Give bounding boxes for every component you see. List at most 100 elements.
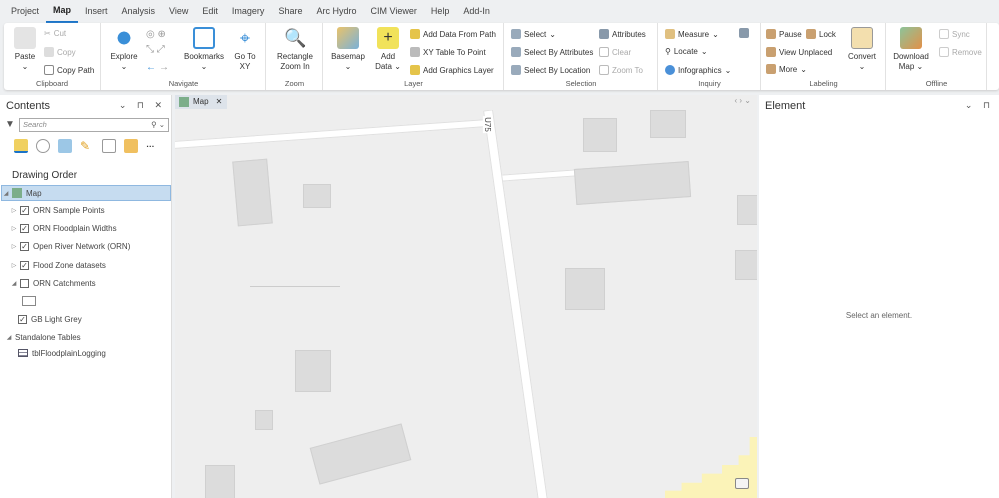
expand-icon[interactable]: ▷ (10, 243, 18, 250)
pane-controls[interactable]: ⌄ ⊓ (965, 100, 994, 111)
back-icon: ← (146, 62, 156, 73)
element-pane: Element ⌄ ⊓ Select an element. (759, 95, 999, 498)
tab-map[interactable]: Map (46, 0, 79, 23)
layer-checkbox[interactable]: ✓ (20, 223, 29, 233)
layer-item[interactable]: ▷ ✓ Open River Network (ORN) (10, 238, 130, 254)
tab-nav-arrows[interactable]: ‹ › ⌄ (735, 96, 751, 105)
standalone-tables-node[interactable]: ◢ Standalone Tables (5, 329, 81, 345)
building (650, 110, 686, 138)
pane-controls[interactable]: ⌄ ⊓ ✕ (119, 100, 166, 111)
unplaced-label: View Unplaced (779, 47, 833, 57)
labeling-icon[interactable] (124, 139, 138, 153)
select-icon (511, 29, 521, 39)
nav-small-tools[interactable]: ◎ ⊕ ⤡ ⤢ ← → (146, 27, 178, 75)
tab-cim-viewer[interactable]: CIM Viewer (363, 0, 423, 23)
expand-icon[interactable]: ▷ (10, 207, 18, 214)
attributes-label: Attributes (612, 29, 646, 39)
locate-button[interactable]: ⚲ Locate ⌄ (665, 47, 708, 56)
explore-button[interactable]: Explore ⌄ (108, 27, 140, 72)
tab-edit[interactable]: Edit (195, 0, 225, 23)
drawing-order-icon[interactable] (14, 139, 28, 153)
layer-checkbox[interactable]: ✓ (20, 241, 29, 251)
attributes-button[interactable]: Attributes (599, 29, 646, 39)
expand-icon[interactable]: ▷ (10, 262, 18, 269)
polygon-symbol-icon (22, 296, 36, 306)
download-map-button[interactable]: Download Map ⌄ (891, 27, 931, 72)
layer-checkbox[interactable]: ✓ (20, 260, 29, 270)
tab-insert[interactable]: Insert (78, 0, 115, 23)
more-icon (766, 64, 776, 74)
basemap-button[interactable]: Basemap ⌄ (330, 27, 366, 72)
remove-button[interactable]: Remove (939, 47, 982, 57)
close-icon[interactable]: ✕ (216, 97, 223, 106)
sync-button[interactable]: Sync (939, 29, 970, 39)
search-input[interactable]: Search ⚲ ⌄ (19, 118, 169, 132)
add-path-icon (410, 29, 420, 39)
map-canvas[interactable]: U75 (175, 110, 757, 498)
more-button[interactable]: More ⌄ (766, 64, 807, 74)
view-unplaced-button[interactable]: View Unplaced (766, 47, 832, 57)
search-icon[interactable]: ⚲ ⌄ (151, 119, 165, 131)
more-options-icon[interactable]: … (146, 139, 160, 153)
rectangle-zoom-button[interactable]: 🔍 Rectangle Zoom In (271, 27, 319, 72)
tab-project[interactable]: Project (4, 0, 46, 23)
layer-item[interactable]: ▷ ✓ ORN Sample Points (10, 202, 105, 218)
layer-checkbox[interactable]: ✓ (18, 314, 27, 324)
expand-icon[interactable]: ◢ (10, 280, 18, 287)
add-data-button[interactable]: + Add Data ⌄ (372, 27, 404, 72)
bookmarks-button[interactable]: Bookmarks ⌄ (184, 27, 224, 72)
lock-button[interactable]: Lock (806, 29, 836, 39)
table-item[interactable]: tblFloodplainLogging (18, 345, 106, 361)
tab-imagery[interactable]: Imagery (225, 0, 272, 23)
unplaced-icon (766, 47, 776, 57)
expand-icon[interactable]: ◢ (5, 334, 13, 341)
layer-checkbox[interactable]: ✓ (20, 205, 29, 215)
xy-table-to-point-button[interactable]: XY Table To Point (410, 47, 486, 57)
tab-add-in[interactable]: Add-In (456, 0, 497, 23)
go-to-xy-button[interactable]: ⌖ Go To XY (230, 27, 260, 72)
expand-icon[interactable]: ◢ (2, 190, 10, 197)
book-icon (193, 27, 215, 49)
tab-arc-hydro[interactable]: Arc Hydro (309, 0, 363, 23)
add-data-from-path-button[interactable]: Add Data From Path (410, 29, 496, 39)
layer-symbol[interactable] (14, 293, 36, 309)
add-graphics-layer-button[interactable]: Add Graphics Layer (410, 65, 494, 75)
zoom-to-button[interactable]: Zoom To (599, 65, 643, 75)
infographics-button[interactable]: Infographics ⌄ (665, 65, 731, 75)
layer-item[interactable]: ▷ ✓ Flood Zone datasets (10, 257, 106, 273)
layer-label: ORN Sample Points (33, 205, 105, 215)
filter-icon[interactable]: ▼ (5, 119, 15, 130)
expand-icon[interactable]: ▷ (10, 225, 18, 232)
data-source-icon[interactable] (36, 139, 50, 153)
tab-analysis[interactable]: Analysis (115, 0, 163, 23)
clear-button[interactable]: Clear (599, 47, 631, 57)
notes-icon[interactable] (735, 478, 749, 489)
inquiry-extra-button[interactable] (739, 28, 749, 38)
layer-item[interactable]: ◢ ORN Catchments (10, 275, 96, 291)
editing-icon[interactable]: ✎ (80, 139, 94, 153)
tab-share[interactable]: Share (271, 0, 309, 23)
copy-button[interactable]: Copy (44, 47, 76, 57)
copy-path-button[interactable]: Copy Path (44, 65, 94, 75)
paste-button[interactable]: Paste ⌄ (10, 27, 40, 72)
layer-checkbox[interactable] (20, 278, 29, 288)
selection-icon[interactable] (58, 139, 72, 153)
convert-button[interactable]: Convert ⌄ (844, 27, 880, 72)
tab-view[interactable]: View (162, 0, 195, 23)
pause-button[interactable]: Pause (766, 29, 802, 39)
cut-button[interactable]: ✂ Cut (44, 29, 66, 38)
map-tab[interactable]: Map ✕ (175, 95, 227, 109)
tab-help[interactable]: Help (424, 0, 457, 23)
select-button[interactable]: Select ⌄ (511, 29, 556, 39)
select-by-attributes-button[interactable]: Select By Attributes (511, 47, 593, 57)
map-node[interactable]: ◢ Map (1, 185, 171, 201)
contents-title: Contents (6, 100, 51, 112)
select-by-location-button[interactable]: Select By Location (511, 65, 590, 75)
layer-item[interactable]: ▷ ✓ ORN Floodplain Widths (10, 220, 117, 236)
layer-label: GB Light Grey (31, 314, 82, 324)
snapping-icon[interactable] (102, 139, 116, 153)
ribbon-tabs: Project Map Insert Analysis View Edit Imagery S… (0, 0, 999, 23)
layer-item[interactable]: ✓ GB Light Grey (18, 311, 82, 327)
measure-button[interactable]: Measure ⌄ (665, 29, 719, 39)
labeling-group-label: Labeling (809, 79, 838, 88)
